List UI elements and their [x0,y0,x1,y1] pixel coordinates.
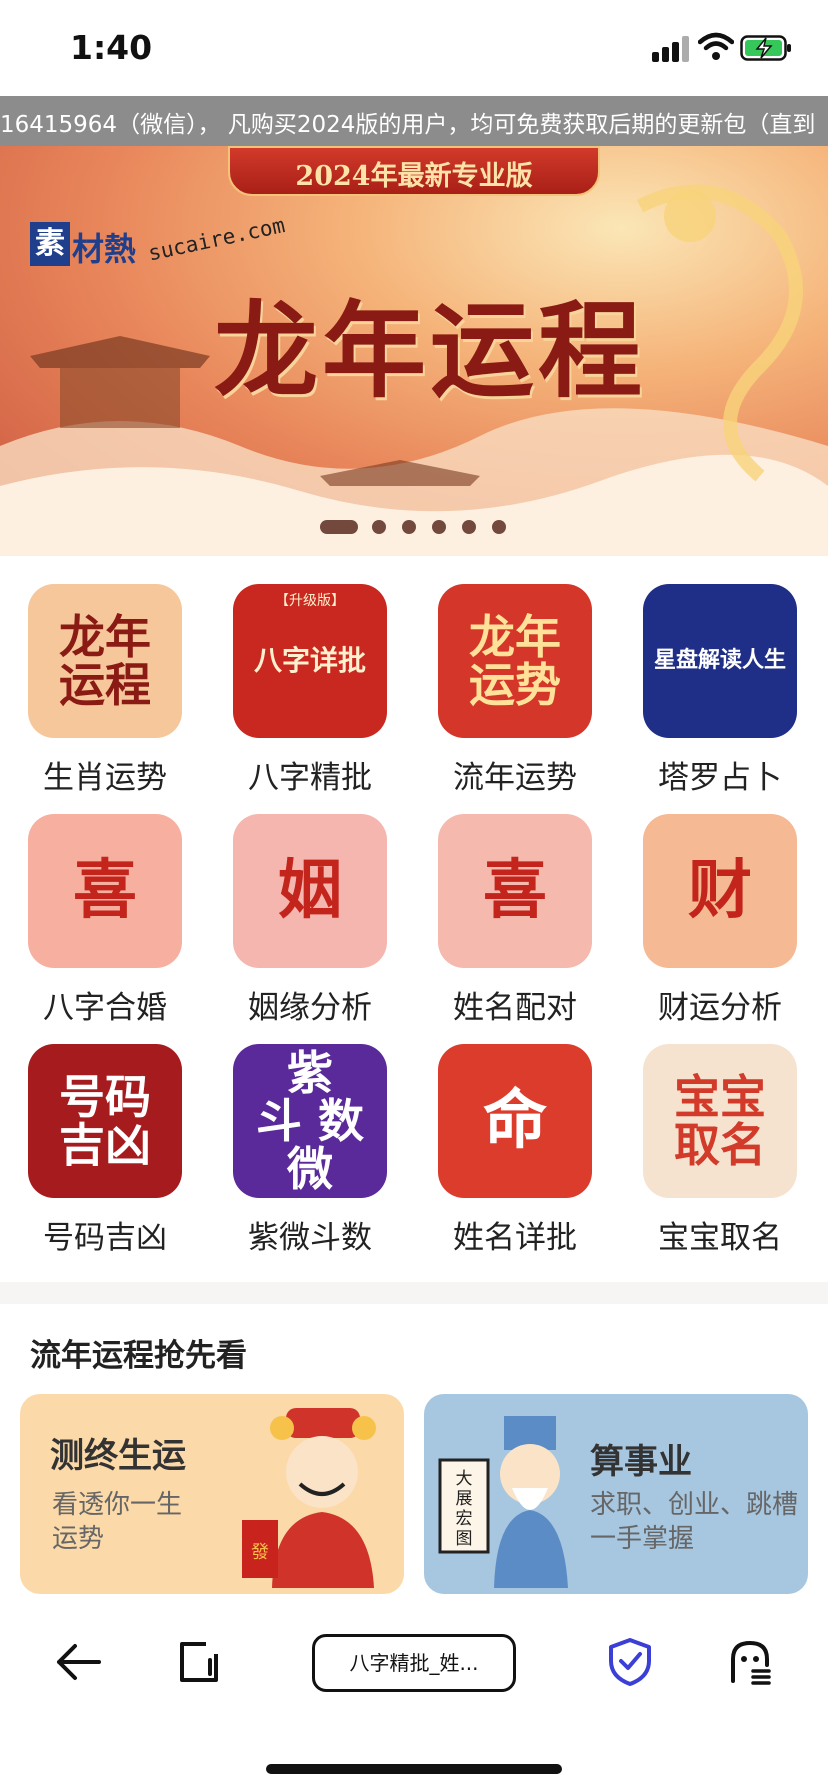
ghost-menu-icon [731,1640,771,1685]
grid-item-label: 八字精批 [248,760,372,796]
carousel-dot[interactable] [402,520,416,534]
grid-item-label: 紫微斗数 [248,1220,372,1256]
grid-item[interactable]: 喜八字合婚 [0,814,205,1034]
career-fortune-card[interactable]: 大 展 宏 图 算事业 求职、创业、跳槽 一手掌握 [424,1394,808,1594]
icon-glyph: 宝宝 取名 [674,1069,766,1172]
grid-item[interactable]: 财财运分析 [615,814,820,1034]
bazi-chart-icon: 八字详批 【升级版】 [233,584,387,738]
status-time: 1:40 [70,28,153,67]
wifi-icon [698,32,734,60]
baby-naming-icon: 宝宝 取名 [643,1044,797,1198]
card-description: 看透你一生 运势 [52,1490,183,1554]
back-button[interactable] [48,1632,108,1692]
tabs-button[interactable] [168,1632,228,1692]
carousel-dot[interactable] [462,520,476,534]
carousel-dot[interactable] [492,520,506,534]
icon-glyph: 姻 [278,853,342,929]
grid-item-label: 财运分析 [658,990,782,1026]
grid-item[interactable]: 宝宝 取名 宝宝取名 [615,1044,820,1264]
icon-tag: 【升级版】 [275,593,345,609]
carousel-dot[interactable] [372,520,386,534]
grid-item-label: 塔罗占卜 [658,760,782,796]
grid-item-label: 姻缘分析 [248,990,372,1026]
section-divider [0,1282,828,1304]
promo-banner[interactable]: 2024年最新专业版 素 材熱 sucaire.com 龙年运程 [0,146,828,556]
watermark-logo-text: 材熱 [72,230,137,268]
bagua-fate-icon: 命 [438,1044,592,1198]
carousel-dot[interactable] [320,520,358,534]
grid-item[interactable]: 龙年 运势 流年运势 [410,584,615,804]
dragon-fortune-icon: 龙年 运势 [438,584,592,738]
tabs-icon [180,1642,218,1682]
grid-item[interactable]: 姻姻缘分析 [205,814,410,1034]
icon-glyph: 喜 [483,853,547,929]
icon-glyph: 紫 斗 数 微 [255,1045,364,1197]
icon-glyph: 命 [483,1083,547,1159]
grid-item[interactable]: 紫 斗 数 微紫微斗数 [205,1044,410,1264]
marquee-text: 16415964（微信）， 凡购买2024版的用户，均可免费获取后期的更新包（直… [0,112,816,138]
grid-item-label: 八字合婚 [43,990,167,1026]
menu-button[interactable] [720,1632,780,1692]
card-title: 算事业 [590,1442,692,1482]
grid-item[interactable]: 号码 吉凶 号码吉凶 [0,1044,205,1264]
grid-item-label: 生肖运势 [43,760,167,796]
status-bar: 1:40 [0,0,828,96]
carousel-dot[interactable] [432,520,446,534]
icon-glyph: 财 [688,853,752,929]
lifetime-fortune-card[interactable]: 测终生运 看透你一生 运势 發 [20,1394,404,1594]
astrology-wheel-icon: 星盘解读人生 [643,584,797,738]
announcement-marquee[interactable]: 16415964（微信）， 凡购买2024版的用户，均可免费获取后期的更新包（直… [0,96,828,146]
address-bar[interactable]: 八字精批_姓... [312,1634,516,1692]
banner-subtitle: 2024年最新专业版 [295,161,533,192]
grid-item-label: 宝宝取名 [658,1220,782,1256]
sage-scroll-illustration-icon: 大 展 宏 图 [438,1416,568,1588]
svg-text:展: 展 [456,1489,473,1509]
grid-item[interactable]: 命姓名详批 [410,1044,615,1264]
banner-ribbon: 2024年最新专业版 [228,146,600,196]
couple-icon: 喜 [438,814,592,968]
security-button[interactable] [600,1632,660,1692]
grid-item-label: 流年运势 [453,760,577,796]
battery-charging-icon [740,35,791,61]
icon-glyph: 喜 [73,853,137,929]
back-arrow-icon [57,1644,101,1680]
banner-title: 龙年运程 [213,289,646,412]
svg-text:图: 图 [456,1529,473,1549]
home-indicator [266,1764,562,1774]
icon-glyph: 星盘解读人生 [653,647,786,674]
icon-glyph: 龙年 运势 [469,609,561,712]
grid-item-label: 号码吉凶 [43,1220,167,1256]
watermark-logo-icon: 素 [30,222,70,266]
god-of-wealth-illustration-icon: 發 [242,1408,376,1588]
grid-item[interactable]: 星盘解读人生塔罗占卜 [615,584,820,804]
browser-toolbar: 八字精批_姓... [0,1612,828,1712]
cellular-signal-icon [652,36,692,62]
card-description: 求职、创业、跳槽 一手掌握 [590,1490,799,1554]
svg-text:大: 大 [456,1469,473,1489]
grid-item-label: 姓名配对 [453,990,577,1026]
ziwei-icon: 紫 斗 数 微 [233,1044,387,1198]
icon-glyph: 号码 吉凶 [59,1069,151,1172]
icon-glyph: 龙年 运程 [59,609,151,712]
icon-glyph: 八字详批 [253,644,366,678]
card-title: 测终生运 [50,1436,186,1476]
shield-check-icon [609,1638,651,1686]
grid-item[interactable]: 喜姓名配对 [410,814,615,1034]
svg-text:宏: 宏 [456,1509,473,1529]
grid-item[interactable]: 龙年 运程 生肖运势 [0,584,205,804]
number-fortune-icon: 号码 吉凶 [28,1044,182,1198]
bride-icon: 喜 [28,814,182,968]
svg-text:發: 發 [251,1542,269,1563]
dragon-zodiac-icon: 龙年 运程 [28,584,182,738]
grid-item-label: 姓名详批 [453,1220,577,1256]
section-title: 流年运程抢先看 [30,1338,247,1374]
grid-item[interactable]: 八字详批 【升级版】八字精批 [205,584,410,804]
god-of-wealth-icon: 财 [643,814,797,968]
matchmaker-elder-icon: 姻 [233,814,387,968]
